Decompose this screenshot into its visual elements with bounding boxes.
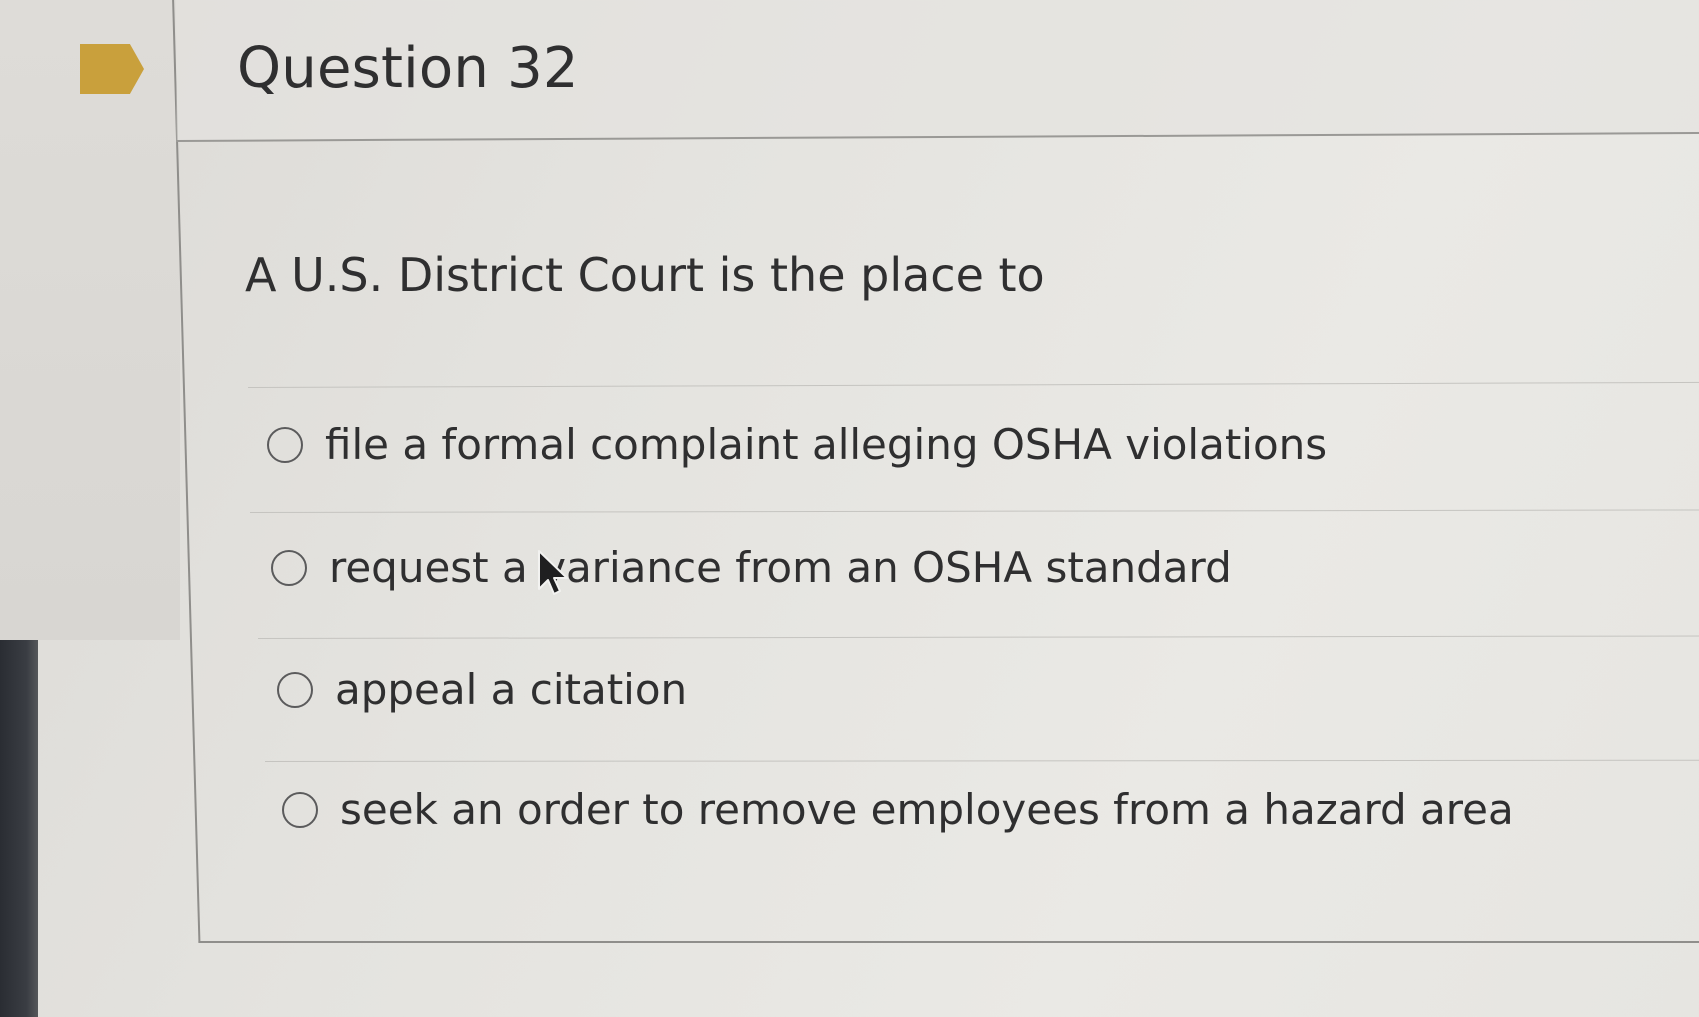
radio-unchecked-icon[interactable] bbox=[271, 549, 307, 586]
answer-option-2[interactable]: request a variance from an OSHA standard bbox=[271, 543, 1232, 592]
question-title: Question 32 bbox=[237, 36, 579, 101]
answer-label: file a formal complaint alleging OSHA vi… bbox=[325, 420, 1328, 469]
screen-bezel bbox=[0, 640, 38, 1017]
radio-unchecked-icon[interactable] bbox=[277, 671, 313, 708]
radio-unchecked-icon[interactable] bbox=[282, 791, 318, 828]
answer-label: appeal a citation bbox=[335, 665, 688, 714]
left-gutter bbox=[0, 0, 180, 640]
question-prompt: A U.S. District Court is the place to bbox=[245, 248, 1045, 302]
radio-unchecked-icon[interactable] bbox=[267, 426, 303, 463]
answer-label: seek an order to remove employees from a… bbox=[340, 785, 1514, 834]
answer-option-1[interactable]: file a formal complaint alleging OSHA vi… bbox=[267, 420, 1327, 469]
answer-label: request a variance from an OSHA standard bbox=[329, 543, 1232, 592]
answer-option-3[interactable]: appeal a citation bbox=[277, 665, 687, 714]
answer-option-4[interactable]: seek an order to remove employees from a… bbox=[282, 785, 1514, 834]
